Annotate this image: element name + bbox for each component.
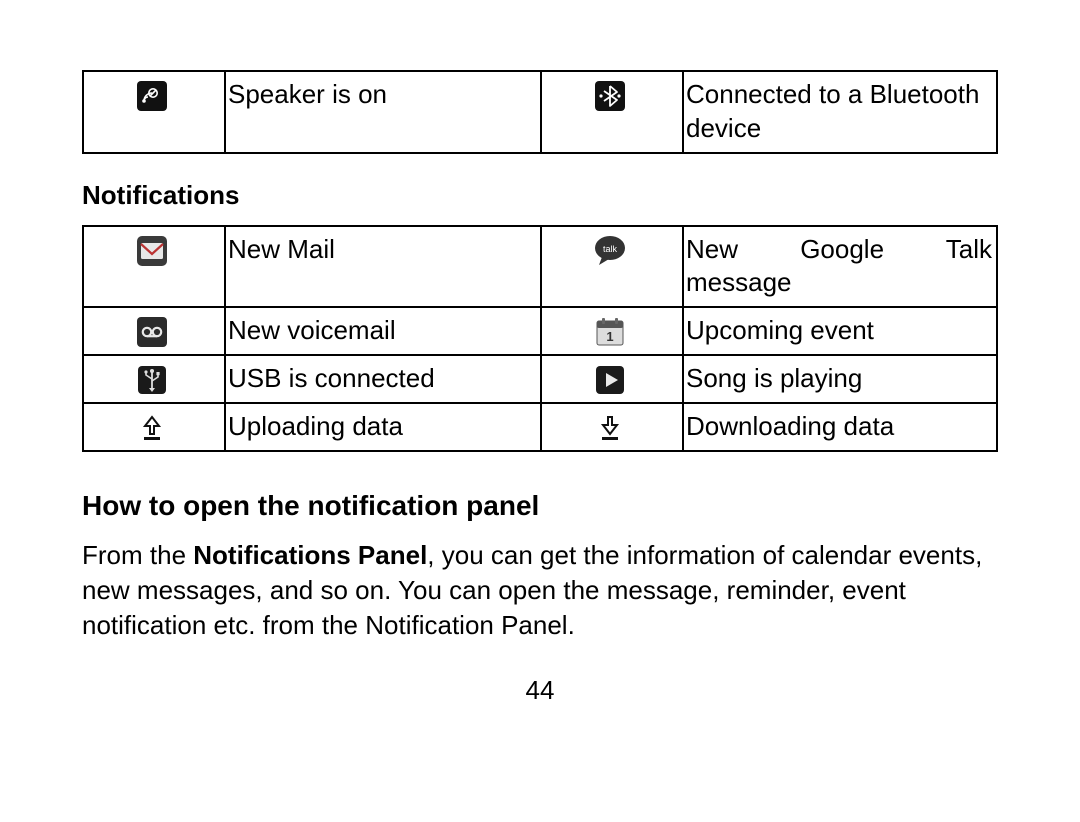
para-bold: Notifications Panel: [193, 540, 427, 570]
bluetooth-connected-icon: [595, 81, 625, 111]
icon-description: Downloading data: [683, 403, 997, 451]
icon-cell: [83, 307, 225, 355]
document-page: Speaker is on Connected to a Bluetooth d…: [0, 0, 1080, 706]
page-number: 44: [82, 675, 998, 706]
speaker-icon: [137, 81, 167, 111]
svg-text:1: 1: [606, 329, 613, 344]
icon-description: New Google Talk message: [683, 226, 997, 308]
icon-cell: [541, 355, 683, 403]
icon-description: USB is connected: [225, 355, 541, 403]
table-row: New Mail talk New Google Talk message: [83, 226, 997, 308]
icon-cell: [541, 403, 683, 451]
icon-cell: [541, 71, 683, 153]
icon-description: Uploading data: [225, 403, 541, 451]
desc-line: New Google Talk: [686, 233, 992, 267]
icon-description: Speaker is on: [225, 71, 541, 153]
talk-icon: talk: [592, 234, 628, 268]
download-icon: [595, 413, 625, 443]
voicemail-icon: [137, 317, 167, 347]
heading-how-to-open: How to open the notification panel: [82, 490, 998, 522]
icon-cell: 1: [541, 307, 683, 355]
svg-text:talk: talk: [603, 244, 618, 254]
calendar-icon: 1: [594, 316, 626, 348]
mail-icon: [136, 235, 168, 267]
usb-icon: [138, 366, 166, 394]
icon-description: New voicemail: [225, 307, 541, 355]
status-icons-table: Speaker is on Connected to a Bluetooth d…: [82, 70, 998, 154]
icon-cell: talk: [541, 226, 683, 308]
section-heading-notifications: Notifications: [82, 180, 998, 211]
icon-description: Connected to a Bluetooth device: [683, 71, 997, 153]
play-icon: [596, 366, 624, 394]
icon-cell: [83, 226, 225, 308]
para-text: From the: [82, 540, 193, 570]
icon-cell: [83, 71, 225, 153]
icon-description: New Mail: [225, 226, 541, 308]
desc-line: message: [686, 266, 992, 300]
notifications-icons-table: New Mail talk New Google Talk message: [82, 225, 998, 452]
icon-cell: [83, 355, 225, 403]
table-row: Uploading data Downloading data: [83, 403, 997, 451]
icon-cell: [83, 403, 225, 451]
table-row: Speaker is on Connected to a Bluetooth d…: [83, 71, 997, 153]
upload-icon: [137, 413, 167, 443]
table-row: USB is connected Song is playing: [83, 355, 997, 403]
table-row: New voicemail 1 Upcoming event: [83, 307, 997, 355]
icon-description: Song is playing: [683, 355, 997, 403]
icon-description: Upcoming event: [683, 307, 997, 355]
paragraph: From the Notifications Panel, you can ge…: [82, 538, 998, 643]
